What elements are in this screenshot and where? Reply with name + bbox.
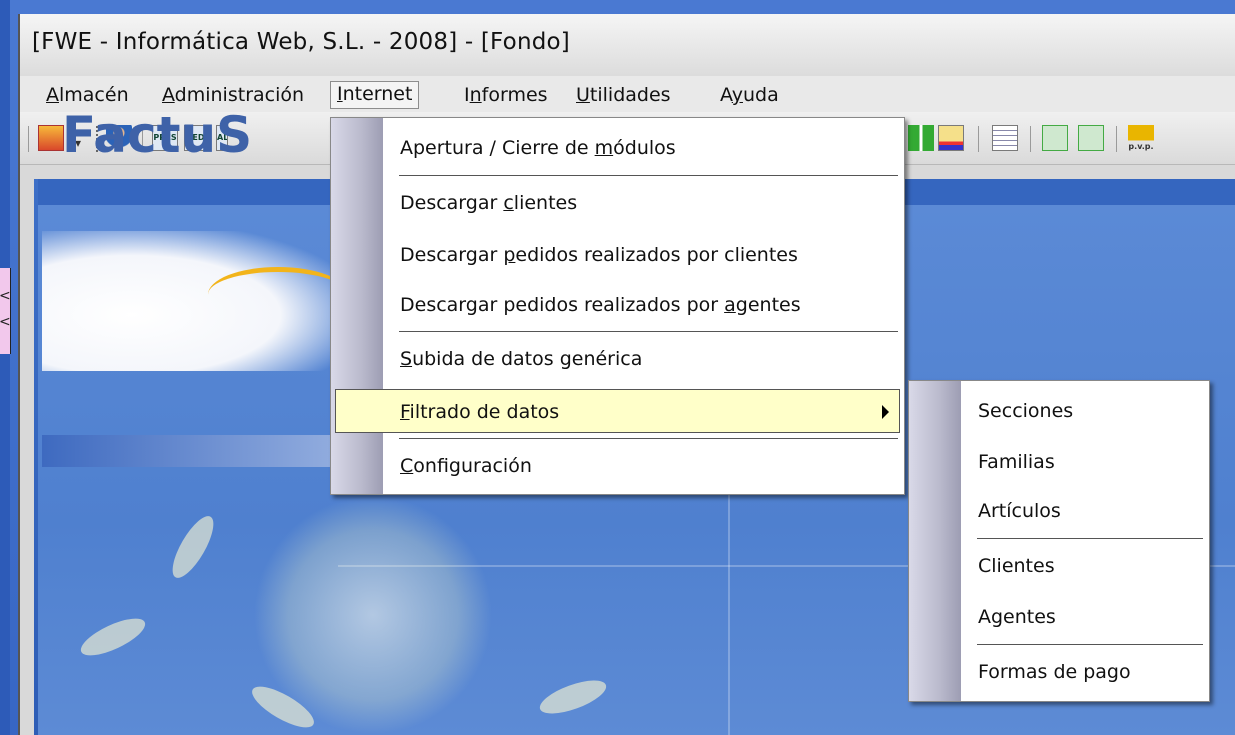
window-title: [FWE - Informática Web, S.L. - 2008] - [… <box>32 29 570 55</box>
menu-descargar-pedidos-agentes[interactable]: Descargar pedidos realizados por agentes <box>383 283 904 327</box>
menu-subida-datos-generica[interactable]: Subida de datos genérica <box>383 337 904 381</box>
pvp-icon-label: p.v.p. <box>1128 142 1154 151</box>
toolbar-separator <box>1116 126 1117 152</box>
toolbar-separator <box>28 126 29 152</box>
side-tab-arrow-bottom: < <box>0 314 11 330</box>
menu-internet[interactable]: Internet <box>330 81 420 109</box>
menu-informes-post: formes <box>481 84 548 106</box>
menu-apertura-cierre-modulos[interactable]: Apertura / Cierre de módulos <box>383 126 904 170</box>
submenu-agentes[interactable]: Agentes <box>961 595 1209 639</box>
document-stack-icon[interactable] <box>38 125 64 151</box>
menu-ayuda-post: uda <box>742 84 779 106</box>
menu-ayuda-pre: A <box>720 84 732 106</box>
mi-0-mnemonic: m <box>594 137 614 159</box>
menu-administracion-post: dministración <box>174 84 305 106</box>
side-tab-arrow-top: < <box>0 288 11 304</box>
transfer-lr-icon[interactable] <box>1078 125 1104 151</box>
internet-menu: Apertura / Cierre de módulos Descargar c… <box>330 117 905 495</box>
mi-2-mnemonic: p <box>503 244 516 266</box>
menu-configuracion[interactable]: Configuración <box>383 444 904 488</box>
submenu-gutter <box>909 381 961 701</box>
transfer-down-icon[interactable] <box>1042 125 1068 151</box>
mi-1-post: lientes <box>513 192 578 214</box>
mi-6-mnemonic: C <box>400 455 414 477</box>
title-bar: [FWE - Informática Web, S.L. - 2008] - [… <box>20 14 1235 77</box>
menu-utilidades[interactable]: Utilidades <box>570 83 677 109</box>
bar-chart-icon[interactable] <box>938 125 964 151</box>
filtrado-submenu: Secciones Familias Artículos Clientes Ag… <box>908 380 1210 702</box>
menu-administracion-mnemonic: A <box>162 84 175 106</box>
toolbar-separator <box>978 126 979 152</box>
left-background-strip <box>0 0 10 735</box>
mi-5-post: iltrado de datos <box>409 401 560 423</box>
menu-separator <box>399 331 898 332</box>
menu-internet-post: nternet <box>342 83 413 105</box>
mi-4-post: ubida de datos genérica <box>412 348 643 370</box>
menu-gutter <box>331 118 383 494</box>
menu-almacen-post: lmacén <box>59 84 129 106</box>
sun-ray <box>536 673 610 721</box>
menu-informes-mnemonic: n <box>469 84 482 106</box>
submenu-separator <box>977 644 1203 645</box>
mi-2-pre: Descargar <box>400 244 504 266</box>
factusol-logo-text: FactuS <box>62 106 253 164</box>
collapsed-side-tab[interactable]: < < <box>0 268 11 354</box>
mi-0-pre: Apertura / Cierre de <box>400 137 595 159</box>
mi-0-post: ódulos <box>613 137 676 159</box>
mi-3-post: gentes <box>735 294 801 316</box>
menu-ayuda-mnemonic: y <box>731 84 743 106</box>
submenu-arrow-icon <box>882 405 889 419</box>
mi-1-mnemonic: c <box>503 192 514 214</box>
sun-ray <box>76 611 150 663</box>
pvp-icon[interactable]: p.v.p. <box>1128 125 1154 151</box>
menu-descargar-pedidos-clientes[interactable]: Descargar pedidos realizados por cliente… <box>383 233 904 277</box>
menu-descargar-clientes[interactable]: Descargar clientes <box>383 181 904 225</box>
menu-informes[interactable]: Informes <box>458 83 554 109</box>
mi-4-mnemonic: S <box>400 348 413 370</box>
mi-3-mnemonic: a <box>724 294 736 316</box>
mi-6-post: onfiguración <box>413 455 532 477</box>
list-document-icon[interactable] <box>992 125 1018 151</box>
tree-icon[interactable] <box>908 125 934 151</box>
submenu-clientes[interactable]: Clientes <box>961 544 1209 588</box>
menu-ayuda[interactable]: Ayuda <box>714 83 785 109</box>
menu-separator <box>399 438 898 439</box>
menu-filtrado-datos[interactable]: Filtrado de datos <box>335 389 900 433</box>
logo-swoosh <box>208 267 348 322</box>
mi-3-pre: Descargar pedidos realizados por <box>400 294 725 316</box>
menu-utilidades-mnemonic: U <box>576 84 590 106</box>
sun-ray <box>165 510 221 584</box>
submenu-formas-de-pago[interactable]: Formas de pago <box>961 650 1209 694</box>
menu-utilidades-post: tilidades <box>589 84 671 106</box>
mi-1-pre: Descargar <box>400 192 504 214</box>
submenu-secciones[interactable]: Secciones <box>961 389 1209 433</box>
toolbar-separator <box>1030 126 1031 152</box>
submenu-articulos[interactable]: Artículos <box>961 489 1209 533</box>
submenu-separator <box>977 538 1203 539</box>
menu-almacen-mnemonic: A <box>46 84 59 106</box>
mi-5-mnemonic: F <box>400 401 410 423</box>
mi-2-post: edidos realizados por clientes <box>515 244 798 266</box>
menu-separator <box>399 175 898 176</box>
submenu-familias[interactable]: Familias <box>961 440 1209 484</box>
